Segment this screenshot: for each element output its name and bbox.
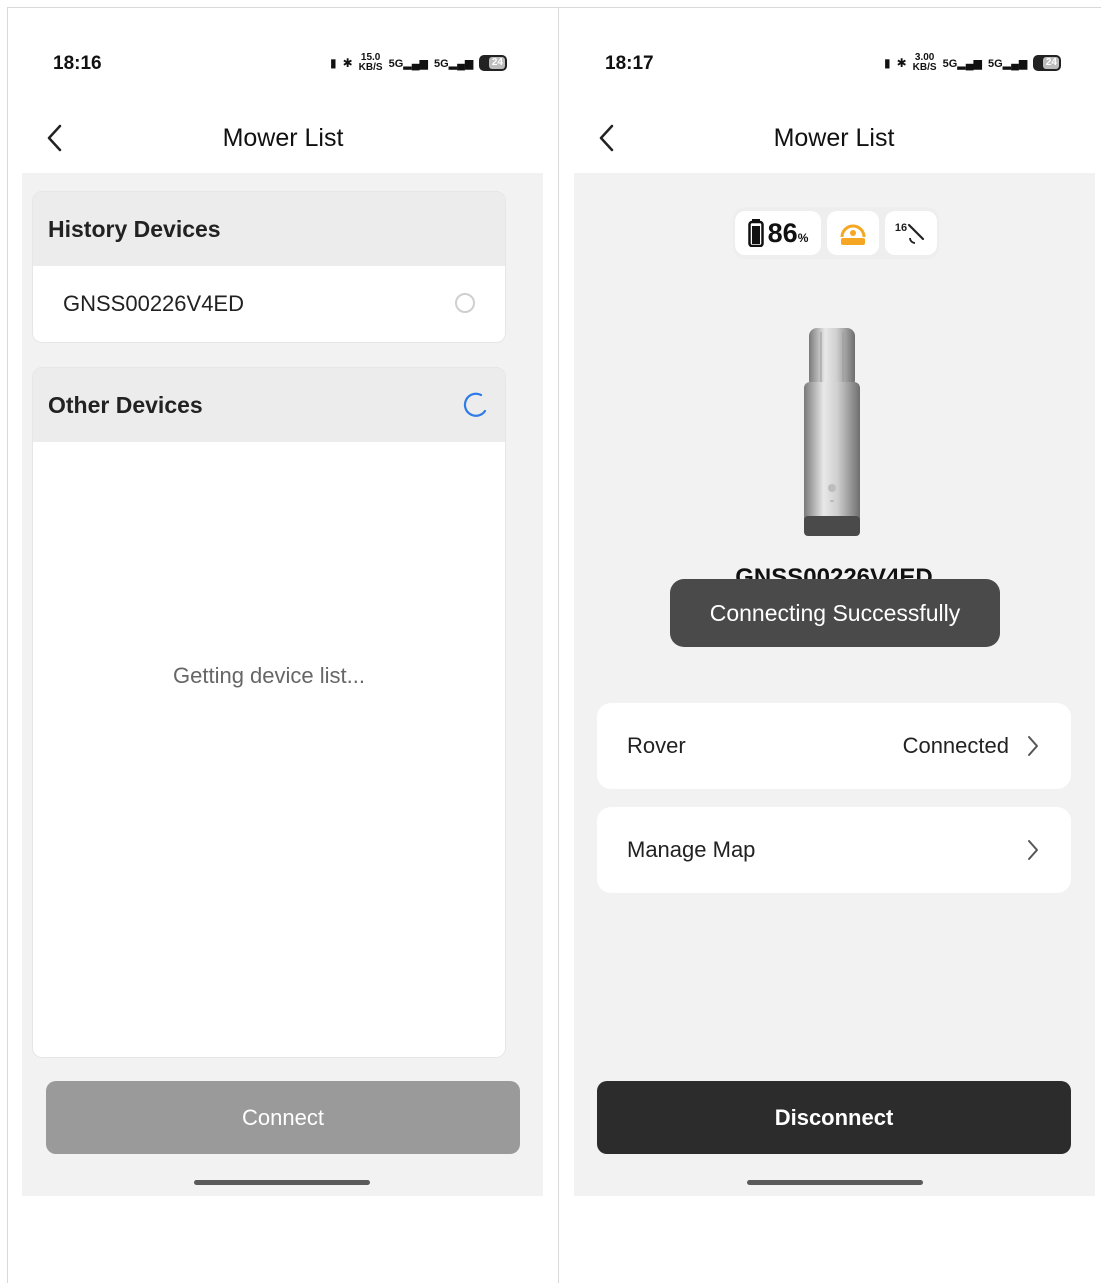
left-screen: 18:16 ▮ ✱ 15.0 KB/S 5G▂▄▆ 5G▂▄▆ 24 Mower … xyxy=(8,8,558,1283)
status-time: 18:17 xyxy=(605,53,654,74)
home-indicator xyxy=(194,1180,370,1185)
device-status-chips: 86% 16 xyxy=(733,207,939,259)
vibrate-icon: ▮ xyxy=(330,56,337,70)
chevron-right-icon xyxy=(1028,840,1038,860)
toast-message: Connecting Successfully xyxy=(670,579,1000,647)
manage-map-row[interactable]: Manage Map xyxy=(597,807,1071,893)
rover-label: Rover xyxy=(627,733,686,758)
device-image xyxy=(804,328,860,536)
satellite-chip: 16 xyxy=(885,211,937,255)
rover-row[interactable]: Rover Connected xyxy=(597,703,1071,789)
chevron-right-icon xyxy=(1028,736,1038,756)
signal-icon-2: 5G▂▄▆ xyxy=(433,57,474,70)
satellite-count: 16 xyxy=(894,222,908,234)
right-screen: 18:17 ▮ ✱ 3.00 KB/S 5G▂▄▆ 5G▂▄▆ 24 Mower … xyxy=(559,8,1101,1283)
satellite-icon xyxy=(908,223,925,244)
vibrate-icon: ▮ xyxy=(884,56,891,70)
history-device-item[interactable]: GNSS00226V4ED xyxy=(33,266,505,342)
home-indicator xyxy=(747,1180,923,1185)
signal-icon-2: 5G▂▄▆ xyxy=(987,57,1028,70)
other-devices-heading: Other Devices xyxy=(33,368,505,442)
device-name: GNSS00226V4ED xyxy=(63,291,244,316)
disconnect-button[interactable]: Disconnect xyxy=(597,1081,1071,1154)
status-time: 18:16 xyxy=(53,53,102,74)
single-mode-badge-icon xyxy=(840,224,866,245)
status-icons: ▮ ✱ 15.0 KB/S 5G▂▄▆ 5G▂▄▆ 24 xyxy=(330,52,508,74)
bluetooth-icon: ✱ xyxy=(896,56,907,70)
battery-level-icon xyxy=(747,219,764,247)
positioning-mode-chip xyxy=(827,211,879,255)
loading-spinner-icon xyxy=(463,392,487,417)
device-radio[interactable] xyxy=(455,293,475,313)
page-title: Mower List xyxy=(773,124,895,152)
battery-icon: 24 xyxy=(1033,55,1062,71)
bluetooth-icon: ✱ xyxy=(342,56,353,70)
history-devices-heading: History Devices xyxy=(33,192,505,266)
manage-map-label: Manage Map xyxy=(627,837,756,862)
battery-icon: 24 xyxy=(479,55,508,71)
connect-button[interactable]: Connect xyxy=(46,1081,520,1154)
other-devices-card: Other Devices Getting device list... xyxy=(32,367,506,1058)
status-icons: ▮ ✱ 3.00 KB/S 5G▂▄▆ 5G▂▄▆ 24 xyxy=(884,52,1062,74)
network-speed: 15.0 KB/S xyxy=(358,52,383,73)
signal-icon-1: 5G▂▄▆ xyxy=(388,57,428,70)
page-title: Mower List xyxy=(222,124,344,152)
network-speed: 3.00 KB/S xyxy=(912,52,937,73)
rover-status: Connected xyxy=(902,733,1009,758)
signal-icon-1: 5G▂▄▆ xyxy=(942,57,982,70)
history-devices-card: History Devices GNSS00226V4ED xyxy=(32,191,506,343)
battery-status-chip: 86% xyxy=(735,211,821,255)
loading-status-text: Getting device list... xyxy=(173,663,365,688)
